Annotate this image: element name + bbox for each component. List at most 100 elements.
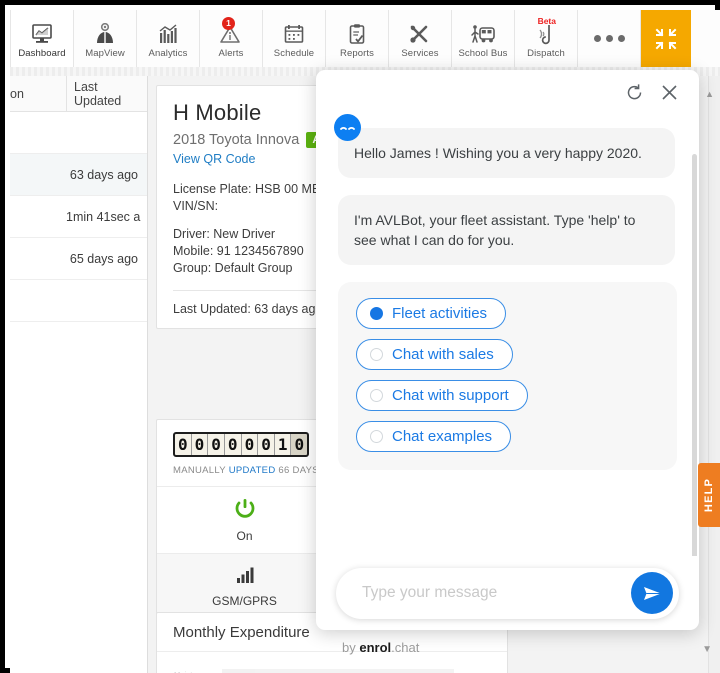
status-network[interactable]: GSM/GPRS [157,554,332,618]
radio-icon [370,389,383,402]
toolbar-item-analytics[interactable]: Analytics [137,10,200,67]
alerts-badge: 1 [222,16,235,30]
branding-suffix: .chat [391,640,420,655]
chat-message-list[interactable]: Hello James ! Wishing you a very happy 2… [316,114,699,556]
table-row[interactable]: 63 days ago [10,154,147,196]
collapse-fullscreen-button[interactable] [641,10,691,67]
odometer-digit: 0 [241,434,259,455]
chat-option-fleet-activities[interactable]: Fleet activities [356,298,507,329]
scroll-up-caret-icon[interactable]: ▲ [705,89,714,99]
chat-bubble-text: I'm AVLBot, your fleet assistant. Type '… [338,195,675,265]
signal-bars-icon [236,567,253,583]
bot-avatar-icon [334,114,361,141]
odometer-updated-link[interactable]: UPDATED [229,465,276,476]
toolbar-item-dispatch[interactable]: Beta Dispatch [515,10,578,67]
chat-composer [316,556,699,630]
dispatch-icon: Beta [534,15,558,45]
chat-message-input[interactable] [360,583,631,603]
chat-bubble-text: Hello James ! Wishing you a very happy 2… [338,128,675,178]
table-row[interactable]: 1min 41sec a [10,196,147,238]
chat-message: Hello James ! Wishing you a very happy 2… [334,114,677,178]
dot-icon [605,35,613,42]
help-tab-label: HELP [703,477,716,513]
chat-message: I'm AVLBot, your fleet assistant. Type '… [338,195,677,265]
calendar-icon [282,19,306,45]
collapse-icon [655,28,677,49]
dot-icon [617,35,625,42]
odometer-display: 0 0 0 0 0 0 1 0 [173,432,310,457]
dispatch-beta-tag: Beta [537,15,556,26]
toolbar-item-label: Dispatch [527,47,565,59]
chat-option-label: Chat with sales [392,346,494,363]
school-bus-icon [470,19,496,45]
vehicle-list-table: on Last Updated 63 days ago 1min 41sec a… [10,76,148,673]
view-qr-code-link[interactable]: View QR Code [173,152,255,166]
odometer-digit: 0 [291,434,308,455]
power-icon [235,499,254,518]
toolbar-item-label: School Bus [458,47,508,59]
chat-scrollbar[interactable] [692,154,697,556]
toolbar-item-label: Services [401,47,439,59]
scroll-down-caret-icon[interactable]: ▼ [702,644,712,655]
refresh-icon[interactable] [625,83,644,102]
toolbar-more-button[interactable] [578,10,641,67]
odometer-digit: 0 [175,434,192,455]
page-scrollbar[interactable]: ▲ ▼ [702,76,720,673]
toolbar-item-mapview[interactable]: MapView [74,10,137,67]
table-cell: 1min 41sec a [66,209,141,224]
odometer-digit: 1 [274,434,292,455]
toolbar-item-dashboard[interactable]: Dashboard [10,10,74,67]
chat-widget: Hello James ! Wishing you a very happy 2… [316,70,699,630]
toolbar-item-schedule[interactable]: Schedule [263,10,326,67]
close-icon[interactable] [660,83,679,102]
radio-icon [370,348,383,361]
radio-icon [370,430,383,443]
radio-icon [370,307,383,320]
table-row[interactable]: 65 days ago [10,238,147,280]
toolbar-item-label: Reports [340,47,374,59]
expenditure-label: Maintenance [169,670,222,673]
odometer-digit: 0 [224,434,242,455]
chat-header [316,70,699,114]
status-label: GSM/GPRS [212,594,277,608]
tools-icon [408,19,432,45]
odometer-digit: 0 [208,434,225,455]
toolbar-item-label: Dashboard [18,47,66,59]
chat-option-label: Chat examples [392,428,493,445]
status-ignition[interactable]: On [157,487,332,553]
odometer-meta-prefix: MANUALLY [173,465,229,476]
send-paper-plane-icon [643,586,661,600]
table-cell: 65 days ago [69,251,138,266]
expenditure-chart: Maintenance Vehicle Tax 290 Fuel Insuran… [157,652,507,673]
toolbar-item-label: Alerts [218,47,244,59]
toolbar-item-school-bus[interactable]: School Bus [452,10,515,67]
chat-option-chat-with-sales[interactable]: Chat with sales [356,339,513,370]
branding-prefix: by [342,640,360,655]
send-message-button[interactable] [631,572,673,614]
alert-triangle-icon: 1 [219,16,243,45]
main-toolbar: Dashboard MapView Analytics 1 Alerts Sch… [10,10,720,68]
chat-option-label: Chat with support [392,387,509,404]
table-header-row: on Last Updated [10,76,147,112]
app-viewport: Dashboard MapView Analytics 1 Alerts Sch… [10,10,720,673]
toolbar-item-label: Analytics [148,47,188,59]
expenditure-bar [222,668,454,673]
map-pin-icon [93,19,117,45]
chat-input-pill [336,567,679,619]
toolbar-item-services[interactable]: Services [389,10,452,67]
table-header-cell: on [10,86,24,101]
vehicle-model: 2018 Toyota Innova [173,132,300,148]
toolbar-item-alerts[interactable]: 1 Alerts [200,10,263,67]
table-row[interactable] [10,112,147,154]
chat-option-chat-with-support[interactable]: Chat with support [356,380,528,411]
table-row[interactable] [10,280,147,322]
chat-option-chat-examples[interactable]: Chat examples [356,421,512,452]
chat-option-label: Fleet activities [392,305,488,322]
help-tab-button[interactable]: HELP [698,463,720,527]
browser-window-frame: Dashboard MapView Analytics 1 Alerts Sch… [0,0,720,673]
table-header-cell: Last Updated [66,76,147,111]
clipboard-check-icon [345,19,369,45]
chat-options-message: Fleet activities Chat with sales Chat wi… [338,282,677,470]
toolbar-item-reports[interactable]: Reports [326,10,389,67]
odometer-digit: 0 [191,434,209,455]
